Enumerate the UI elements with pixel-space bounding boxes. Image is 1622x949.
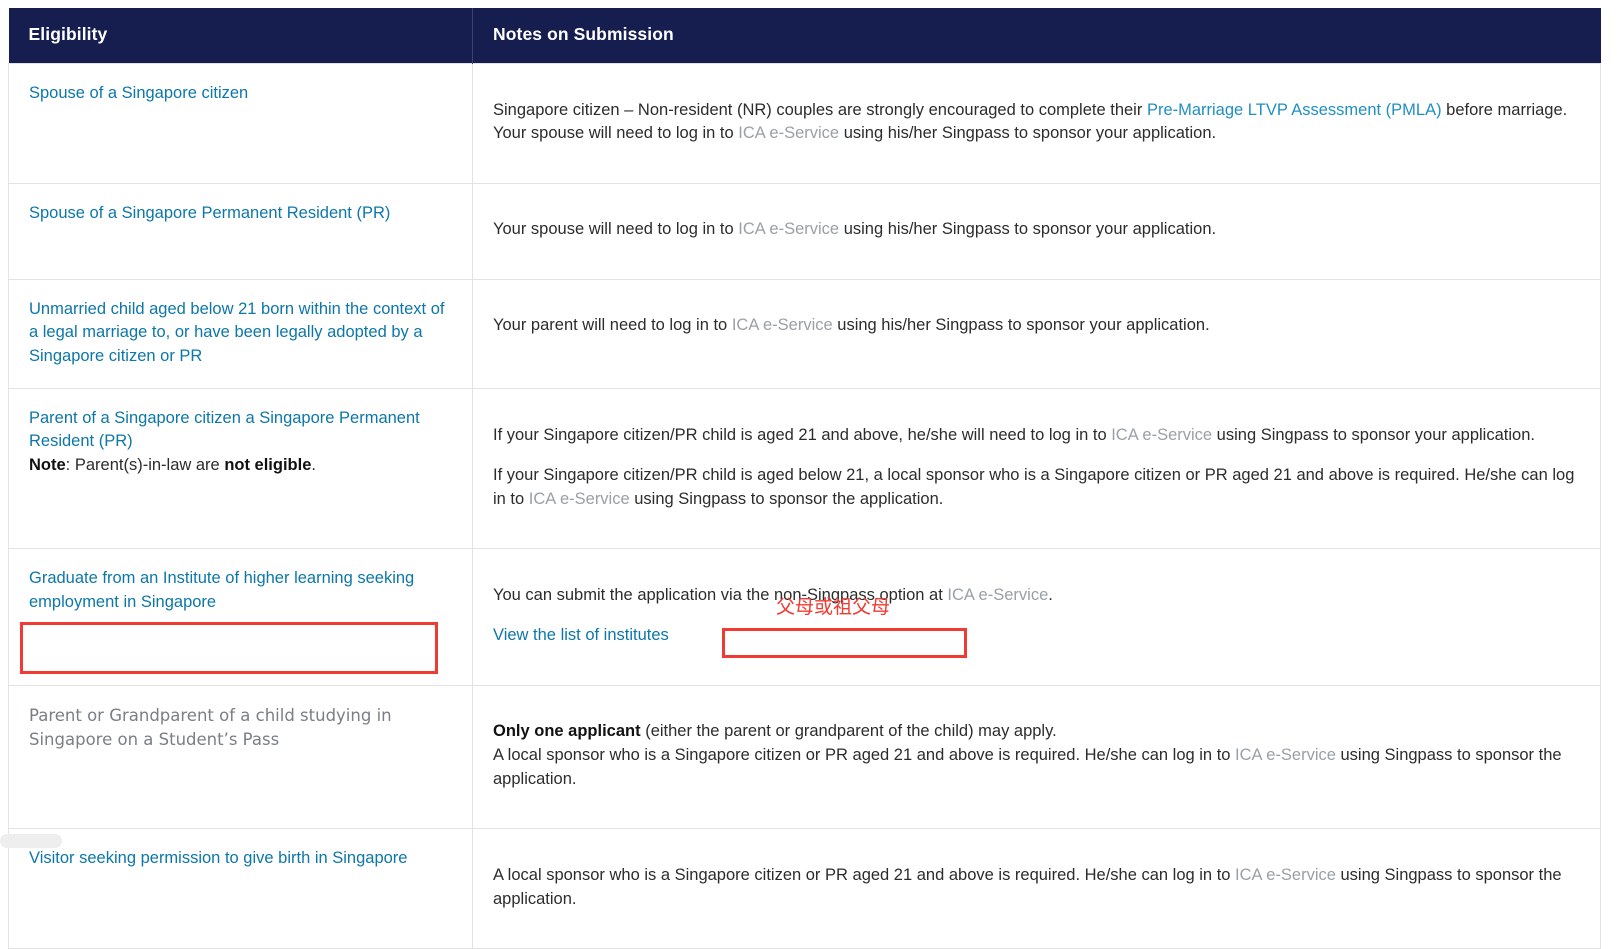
notes-text: . [1048, 585, 1053, 604]
notes-text: using Singpass to sponsor your applicati… [1212, 425, 1535, 444]
notes-text: (either [640, 722, 697, 741]
notes-text: Singapore citizen – Non-resident (NR) co… [493, 100, 1147, 119]
notes-paragraph: Singapore citizen – Non-resident (NR) co… [493, 99, 1580, 147]
cell-notes: You can submit the application via the n… [472, 548, 1601, 686]
notes-paragraph: Your spouse will need to log in to ICA e… [493, 218, 1580, 242]
notes-paragraph: Your parent will need to log in to ICA e… [493, 314, 1580, 338]
notes-text: You can submit the application via the n… [493, 585, 948, 604]
table-row-highlighted: Parent or Grandparent of a child studyin… [8, 684, 1601, 830]
view-institutes-link[interactable]: View the list of institutes [493, 626, 669, 644]
bottom-partial-chip [0, 834, 62, 848]
eligibility-link-give-birth[interactable]: Visitor seeking permission to give birth… [29, 849, 407, 867]
eligibility-link-spouse-citizen[interactable]: Spouse of a Singapore citizen [29, 84, 248, 102]
notes-paragraph: You can submit the application via the n… [493, 584, 1580, 608]
notes-highlighted-phrase: the parent or grandparent [696, 722, 884, 741]
notes-text: Your spouse will need to log in to [493, 220, 739, 239]
cell-eligibility: Spouse of a Singapore citizen [8, 63, 473, 184]
table-row: Graduate from an Institute of higher lea… [8, 548, 1601, 686]
cell-notes: Your parent will need to log in to ICA e… [472, 278, 1601, 390]
ica-eservice-link[interactable]: ICA e-Service [738, 124, 839, 142]
cell-eligibility: Parent or Grandparent of a child studyin… [8, 684, 473, 830]
cell-eligibility: Graduate from an Institute of higher lea… [8, 548, 473, 686]
page-root: Eligibility Notes on Submission Spouse o… [0, 8, 1622, 949]
cell-eligibility: Spouse of a Singapore Permanent Resident… [8, 182, 473, 280]
note-emphasis: not eligible [224, 455, 312, 474]
notes-paragraph: If your Singapore citizen/PR child is ag… [493, 424, 1580, 448]
notes-text: using his/her Singpass to sponsor your a… [832, 316, 1210, 335]
table-row: Spouse of a Singapore Permanent Resident… [8, 182, 1601, 280]
cell-notes: If your Singapore citizen/PR child is ag… [472, 388, 1601, 550]
notes-text: using Singpass to sponsor the applicatio… [629, 489, 944, 508]
eligibility-note: Note: Parent(s)-in-law are not eligible. [29, 456, 316, 474]
ica-eservice-link[interactable]: ICA e-Service [738, 220, 839, 238]
eligibility-link-parent-of-citizen[interactable]: Parent of a Singapore citizen a Singapor… [29, 409, 420, 450]
column-header-eligibility: Eligibility [8, 8, 473, 64]
ica-eservice-link[interactable]: ICA e-Service [947, 586, 1048, 604]
eligibility-text-parent-grandparent: Parent or Grandparent of a child studyin… [29, 705, 392, 750]
notes-text: Your parent will need to log in to [493, 316, 732, 335]
cell-eligibility: Parent of a Singapore citizen a Singapor… [8, 388, 473, 550]
table-body: Spouse of a Singapore citizen Singapore … [8, 63, 1601, 949]
notes-text: using his/her Singpass to sponsor your a… [839, 220, 1217, 239]
ica-eservice-link[interactable]: ICA e-Service [1235, 866, 1336, 884]
pmla-link[interactable]: Pre-Marriage LTVP Assessment (PMLA) [1147, 101, 1442, 119]
eligibility-link-spouse-pr[interactable]: Spouse of a Singapore Permanent Resident… [29, 204, 390, 222]
table-row: Parent of a Singapore citizen a Singapor… [8, 388, 1601, 550]
cell-notes: Your spouse will need to log in to ICA e… [472, 182, 1601, 280]
notes-text: A local sponsor who is a Singapore citiz… [493, 746, 1236, 765]
notes-paragraph: View the list of institutes [493, 624, 1580, 648]
notes-paragraph: If your Singapore citizen/PR child is ag… [493, 464, 1580, 512]
cell-eligibility: Visitor seeking permission to give birth… [8, 828, 473, 949]
table-row: Spouse of a Singapore citizen Singapore … [8, 63, 1601, 184]
note-text: . [311, 455, 316, 474]
notes-text: using his/her Singpass to sponsor your a… [839, 124, 1217, 143]
cell-notes: Only one applicant (either the parent or… [472, 684, 1601, 830]
note-text: : Parent(s)-in-law are [65, 455, 225, 474]
cell-eligibility: Unmarried child aged below 21 born withi… [8, 278, 473, 390]
table-row: Unmarried child aged below 21 born withi… [8, 278, 1601, 390]
ica-eservice-link[interactable]: ICA e-Service [529, 490, 630, 508]
notes-paragraph: A local sponsor who is a Singapore citiz… [493, 864, 1580, 912]
notes-text: of the child) may apply. [883, 722, 1057, 741]
cell-notes: A local sponsor who is a Singapore citiz… [472, 828, 1601, 949]
table-row: Visitor seeking permission to give birth… [8, 828, 1601, 949]
table-header-row: Eligibility Notes on Submission [8, 8, 1601, 64]
ica-eservice-link[interactable]: ICA e-Service [1235, 746, 1336, 764]
note-label: Note [29, 455, 66, 474]
notes-emphasis: Only one applicant [493, 722, 641, 741]
ica-eservice-link[interactable]: ICA e-Service [1111, 426, 1212, 444]
eligibility-link-unmarried-child[interactable]: Unmarried child aged below 21 born withi… [29, 300, 445, 365]
eligibility-link-graduate[interactable]: Graduate from an Institute of higher lea… [29, 569, 414, 610]
notes-text: If your Singapore citizen/PR child is ag… [493, 425, 1112, 444]
cell-notes: Singapore citizen – Non-resident (NR) co… [472, 63, 1601, 184]
notes-text: A local sponsor who is a Singapore citiz… [493, 865, 1236, 884]
eligibility-table: Eligibility Notes on Submission Spouse o… [8, 8, 1601, 949]
notes-paragraph: Only one applicant (either the parent or… [493, 720, 1580, 792]
table-header: Eligibility Notes on Submission [8, 8, 1601, 64]
column-header-notes: Notes on Submission [472, 8, 1601, 64]
ica-eservice-link[interactable]: ICA e-Service [732, 316, 833, 334]
